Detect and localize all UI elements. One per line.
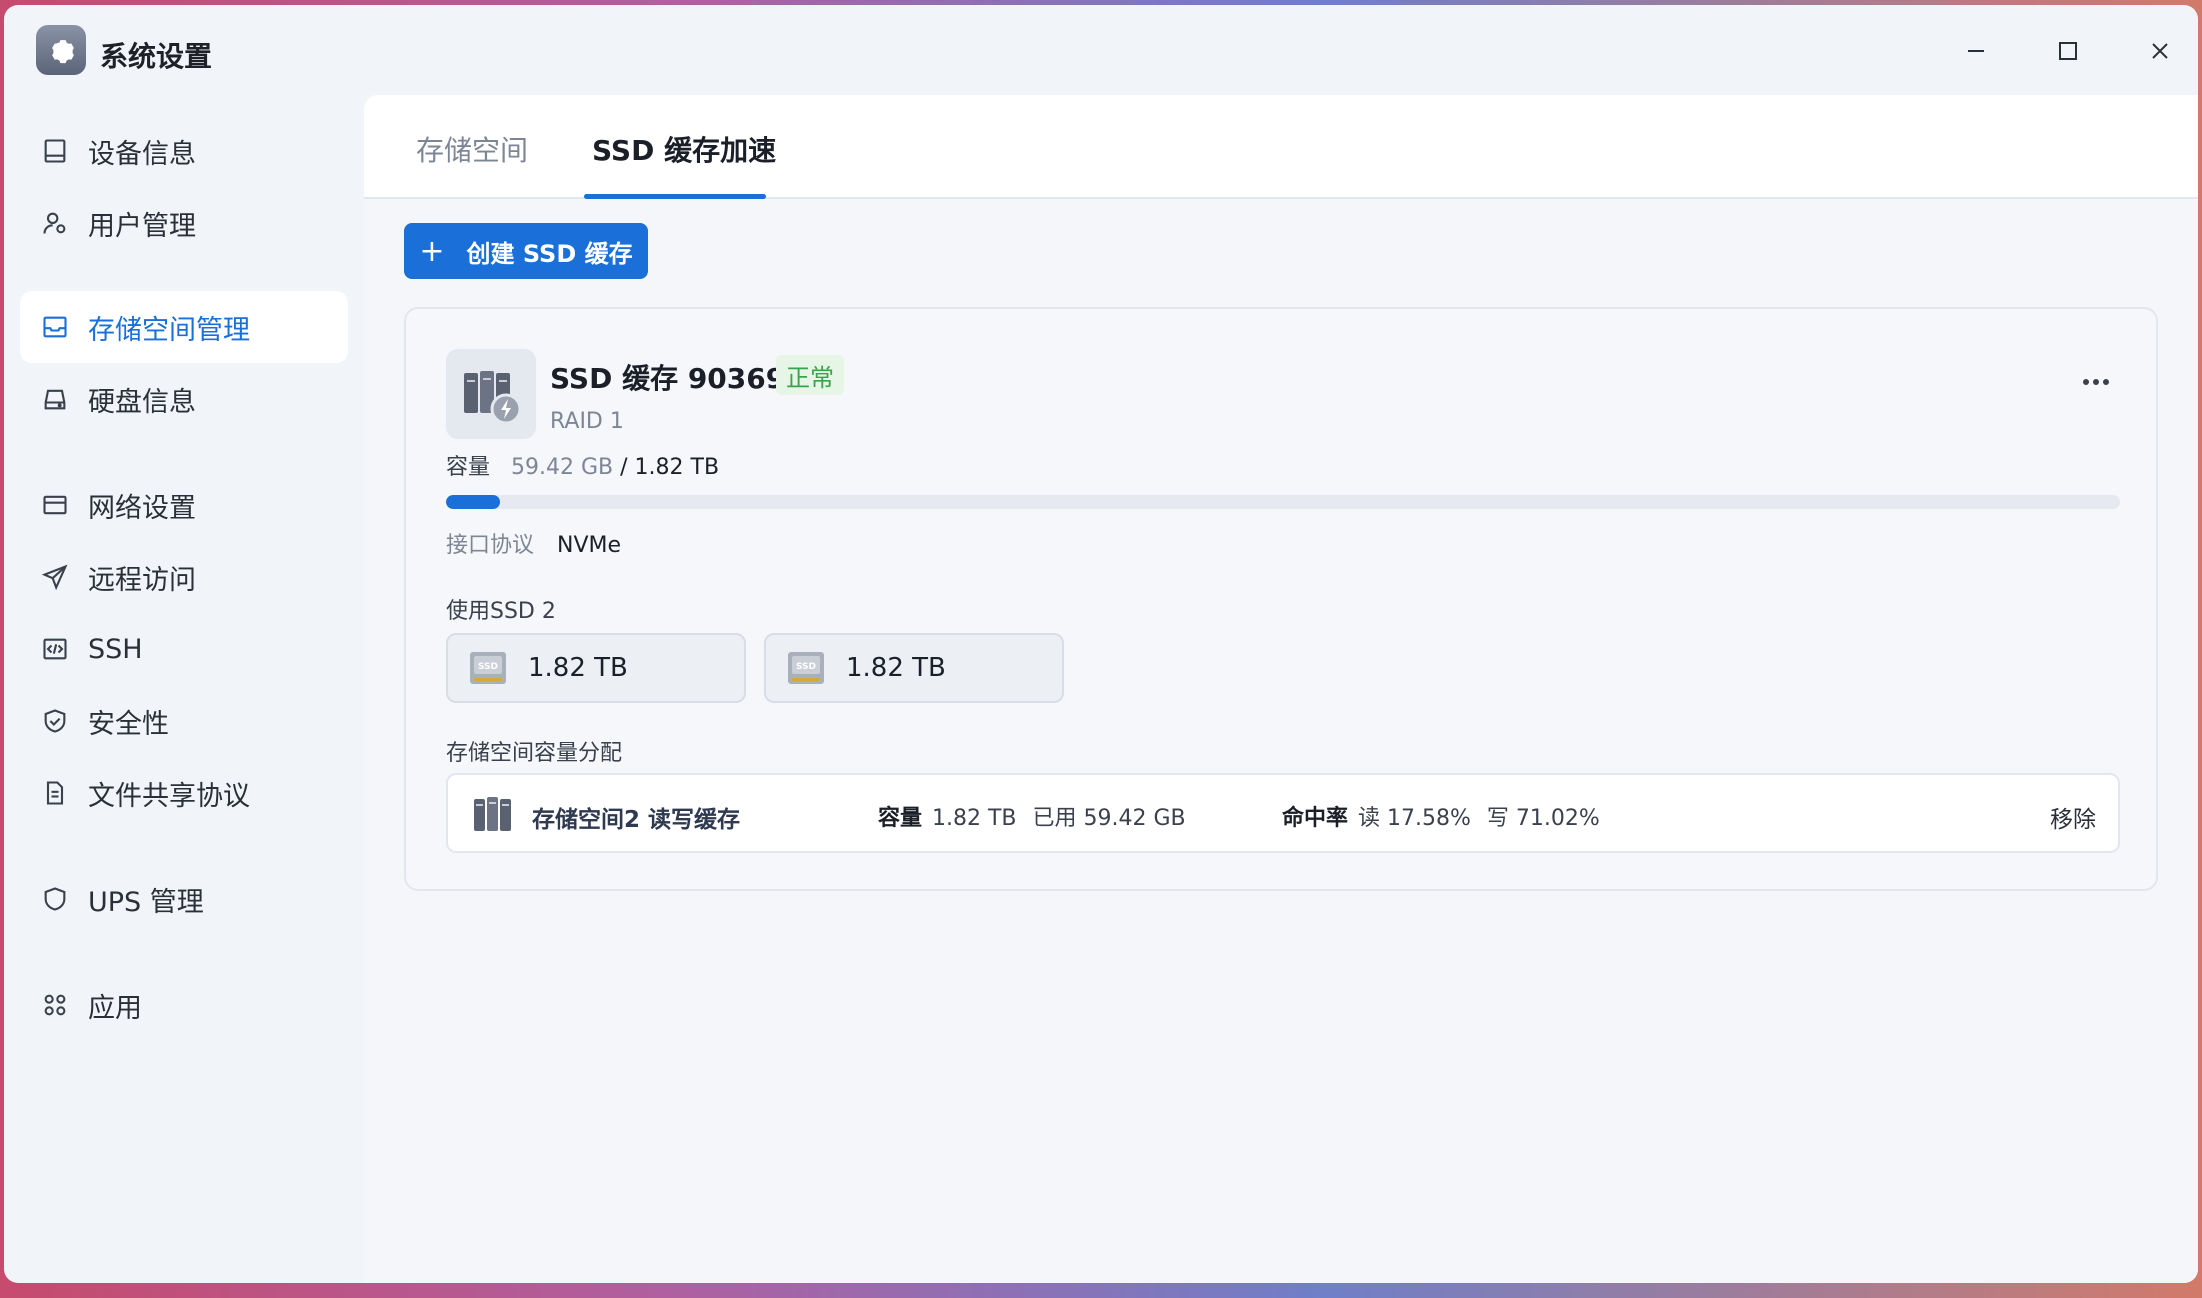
close-button[interactable] xyxy=(2142,33,2178,69)
allocation-name: 存储空间2 读写缓存 xyxy=(532,807,741,833)
capacity-label: 容量 xyxy=(446,455,491,480)
close-icon xyxy=(2152,43,2168,59)
document-icon xyxy=(40,778,70,808)
remove-button[interactable]: 移除 xyxy=(2050,800,2096,834)
gear-icon xyxy=(36,25,86,75)
plus-icon: + xyxy=(419,233,445,269)
ssd-cache-card: SSD 缓存 90369 正常 RAID 1 容量 59.42 GB / 1.8… xyxy=(404,307,2158,891)
maximize-button[interactable] xyxy=(2050,33,2086,69)
system-settings-window: 系统设置 设备信息 用户管理 存储空间管理 硬盘信息 网络设置 远程访问 SSH… xyxy=(4,5,2198,1283)
cache-title: SSD 缓存 90369 xyxy=(550,362,786,395)
sidebar-item-label: 网络设置 xyxy=(88,492,196,524)
allocation-cap-label: 容量 xyxy=(878,806,923,831)
more-horizontal-icon xyxy=(2083,379,2109,385)
tab-bar: 存储空间 SSD 缓存加速 xyxy=(364,95,2198,199)
minimize-icon xyxy=(1968,50,1984,52)
allocation-row: 存储空间2 读写缓存 容量 1.82 TB 已用 59.42 GB 命中率读 17.… xyxy=(446,773,2120,853)
storage-icon xyxy=(40,312,70,342)
sidebar-item-label: 设备信息 xyxy=(88,138,196,170)
shield-icon xyxy=(40,884,70,914)
sidebar-item-user-management[interactable]: 用户管理 xyxy=(20,187,348,259)
hit-rate-label: 命中率 xyxy=(1282,806,1349,831)
sidebar-item-device-info[interactable]: 设备信息 xyxy=(20,115,348,187)
allocation-cap-value: 1.82 TB xyxy=(932,806,1017,831)
user-gear-icon xyxy=(40,208,70,238)
capacity-row: 容量 59.42 GB / 1.82 TB xyxy=(446,449,719,481)
sidebar-item-label: 远程访问 xyxy=(88,564,196,596)
ssd-disk-size: 1.82 TB xyxy=(528,653,628,683)
more-options-button[interactable] xyxy=(2076,367,2116,397)
send-icon xyxy=(40,562,70,592)
raid-level: RAID 1 xyxy=(550,409,624,434)
sidebar-item-label: 应用 xyxy=(88,992,142,1024)
capacity-progress-bar xyxy=(446,495,2120,509)
ssd-icon: SSD xyxy=(470,652,506,684)
tab-content: + 创建 SSD 缓存 SSD 缓存 90369 正常 RAID 1 容量 59… xyxy=(364,199,2198,1283)
ssd-cache-server-icon xyxy=(446,349,536,439)
device-icon xyxy=(40,136,70,166)
sidebar-item-security[interactable]: 安全性 xyxy=(20,685,348,757)
capacity-progress-fill xyxy=(446,495,500,509)
status-badge: 正常 xyxy=(776,355,844,395)
sidebar-item-label: 文件共享协议 xyxy=(88,780,250,812)
allocation-used: 已用 59.42 GB xyxy=(1032,806,1186,831)
storage-server-icon xyxy=(474,797,511,831)
ssd-disk-size: 1.82 TB xyxy=(846,653,946,683)
hit-rate-write: 写 71.02% xyxy=(1486,806,1600,831)
ssd-icon: SSD xyxy=(788,652,824,684)
use-ssd-label: 使用SSD 2 xyxy=(446,599,556,624)
sidebar-item-label: UPS 管理 xyxy=(88,886,204,918)
interface-label: 接口协议 xyxy=(446,533,535,558)
sidebar-item-label: 用户管理 xyxy=(88,210,196,242)
sidebar-item-apps[interactable]: 应用 xyxy=(20,969,348,1041)
ssd-disk-item[interactable]: SSD 1.82 TB xyxy=(764,633,1064,703)
allocation-capacity: 容量 1.82 TB 已用 59.42 GB xyxy=(878,800,1186,832)
sidebar-item-remote-access[interactable]: 远程访问 xyxy=(20,541,348,613)
sidebar-item-label: 硬盘信息 xyxy=(88,386,196,418)
minimize-button[interactable] xyxy=(1958,33,1994,69)
code-icon xyxy=(40,634,70,664)
svg-text:SSD: SSD xyxy=(796,662,816,672)
shield-check-icon xyxy=(40,706,70,736)
sidebar-item-label: SSH xyxy=(88,633,143,665)
tab-ssd-cache[interactable]: SSD 缓存加速 xyxy=(592,129,776,169)
create-ssd-cache-button[interactable]: + 创建 SSD 缓存 xyxy=(404,223,648,279)
maximize-icon xyxy=(2059,42,2077,60)
apps-icon xyxy=(40,990,70,1020)
sidebar-item-ups-management[interactable]: UPS 管理 xyxy=(20,863,348,935)
sidebar-item-storage-management[interactable]: 存储空间管理 xyxy=(20,291,348,363)
network-icon xyxy=(40,490,70,520)
app-title: 系统设置 xyxy=(100,40,213,73)
main-panel: 存储空间 SSD 缓存加速 + 创建 SSD 缓存 SSD 缓存 90369 正… xyxy=(364,95,2198,1283)
hard-disk-icon xyxy=(40,384,70,414)
sidebar-item-ssh[interactable]: SSH xyxy=(20,613,348,685)
create-button-label: 创建 SSD 缓存 xyxy=(466,239,633,268)
ssd-disk-item[interactable]: SSD 1.82 TB xyxy=(446,633,746,703)
title-bar: 系统设置 xyxy=(4,5,2198,95)
sidebar-item-network-settings[interactable]: 网络设置 xyxy=(20,469,348,541)
hit-rate-read: 读 17.58% xyxy=(1358,806,1471,831)
svg-text:SSD: SSD xyxy=(478,662,498,672)
interface-value: NVMe xyxy=(557,533,622,558)
allocation-label: 存储空间容量分配 xyxy=(446,741,623,766)
sidebar-item-label: 存储空间管理 xyxy=(88,314,250,346)
tab-storage-space[interactable]: 存储空间 xyxy=(416,129,528,169)
allocation-hit-rate: 命中率读 17.58% 写 71.02% xyxy=(1282,800,1600,832)
interface-row: 接口协议 NVMe xyxy=(446,527,621,559)
capacity-used: 59.42 GB xyxy=(511,455,614,480)
sidebar-item-file-sharing[interactable]: 文件共享协议 xyxy=(20,757,348,829)
sidebar-item-label: 安全性 xyxy=(88,708,169,740)
sidebar-item-disk-info[interactable]: 硬盘信息 xyxy=(20,363,348,435)
capacity-total: / 1.82 TB xyxy=(620,455,720,480)
